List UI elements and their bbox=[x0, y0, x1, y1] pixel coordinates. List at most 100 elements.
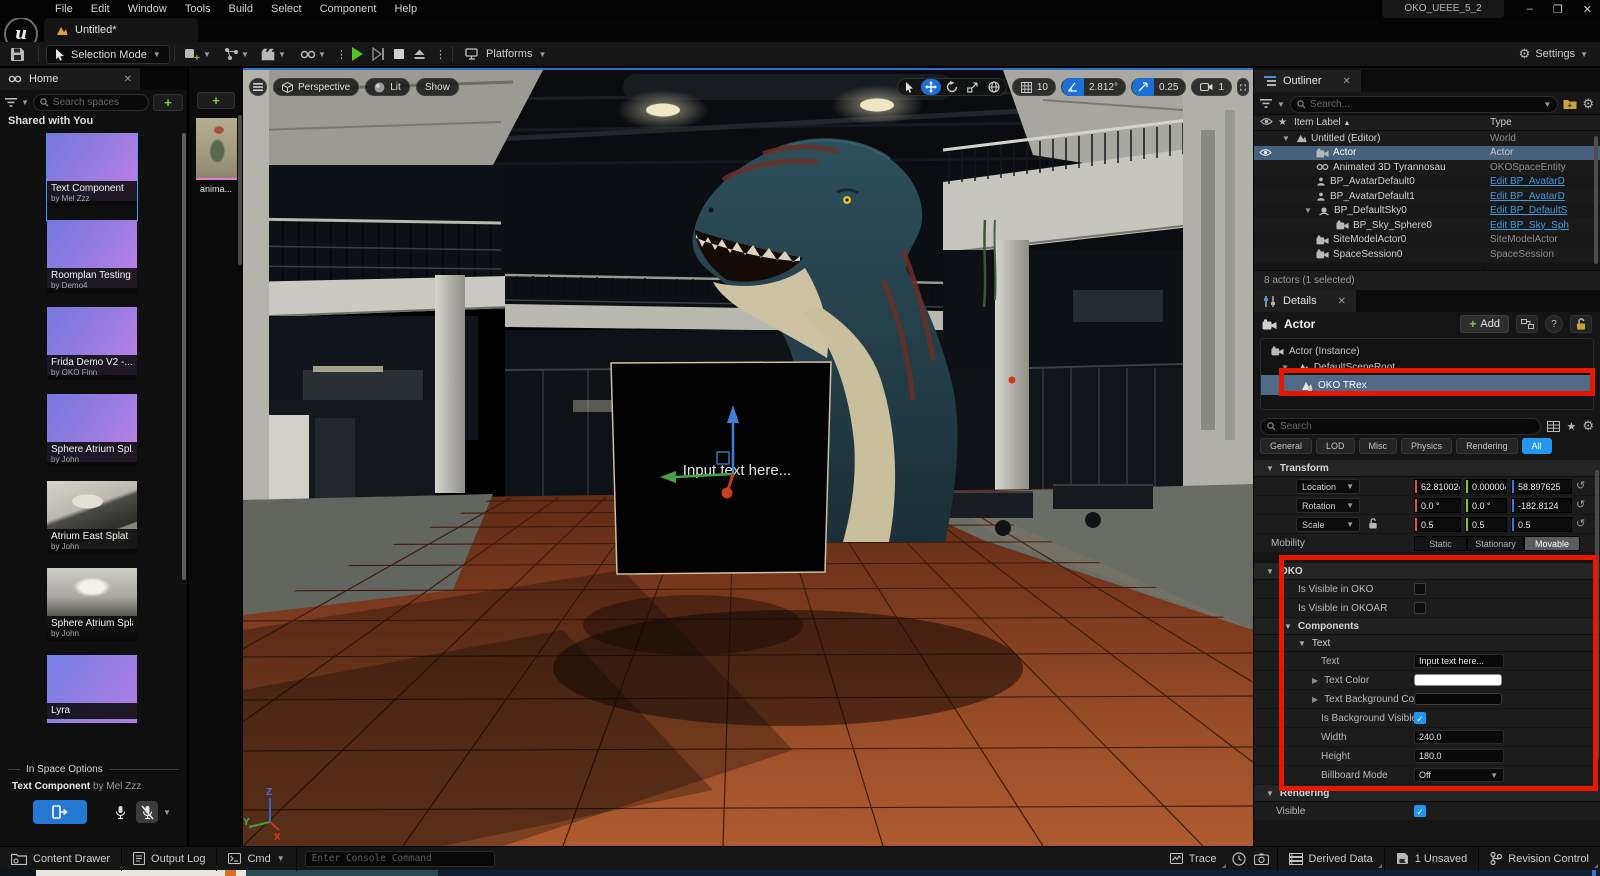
filter-lod[interactable]: LOD bbox=[1316, 438, 1355, 454]
menu-edit[interactable]: Edit bbox=[82, 0, 119, 18]
space-card[interactable]: Frida Demo V2 -...by OKO Finn bbox=[47, 307, 137, 394]
axis-value-x[interactable]: 62.810024 bbox=[1414, 479, 1461, 494]
save-button[interactable] bbox=[10, 42, 25, 66]
outliner-scrollbar[interactable] bbox=[1594, 136, 1598, 264]
filter-physics[interactable]: Physics bbox=[1401, 438, 1452, 454]
outliner-row[interactable]: SpaceSession0SpaceSession bbox=[1254, 247, 1600, 262]
visibility-eye-icon[interactable] bbox=[1259, 148, 1272, 157]
scale-dropdown[interactable]: Scale▼ bbox=[1296, 517, 1360, 532]
details-search-input[interactable] bbox=[1280, 421, 1534, 432]
audio-options-chevron-icon[interactable]: ▼ bbox=[163, 808, 171, 817]
section-rendering[interactable]: ▼Rendering bbox=[1254, 785, 1600, 802]
axis-value-z[interactable]: -182.8124 bbox=[1511, 498, 1572, 513]
revision-control-button[interactable]: Revision Control bbox=[1478, 847, 1600, 871]
filter-chevron-icon[interactable]: ▼ bbox=[21, 98, 29, 107]
mobility-stationary[interactable]: Stationary bbox=[1467, 536, 1524, 551]
blueprints-button[interactable]: ▼ bbox=[224, 42, 249, 66]
expander-icon[interactable]: ▼ bbox=[1282, 134, 1292, 143]
space-card[interactable]: Atrium East Splatby John bbox=[47, 481, 137, 568]
close-icon[interactable]: ✕ bbox=[1343, 76, 1351, 87]
details-search-box[interactable] bbox=[1260, 418, 1541, 435]
section-text[interactable]: ▼Text bbox=[1254, 635, 1600, 652]
filter-icon[interactable] bbox=[1260, 99, 1272, 109]
space-card[interactable]: Sphere Atrium Splatby John bbox=[47, 568, 137, 655]
perspective-dropdown[interactable]: Perspective bbox=[273, 78, 359, 96]
menu-select[interactable]: Select bbox=[262, 0, 311, 18]
rotation-dropdown[interactable]: Rotation▼ bbox=[1296, 498, 1360, 513]
new-folder-icon[interactable]: + bbox=[1563, 98, 1577, 110]
space-card[interactable]: Roomplan Testingby Demo4 bbox=[47, 220, 137, 307]
viewport-options-menu[interactable] bbox=[249, 78, 267, 96]
viewport[interactable]: Input text here... Z Y X bbox=[243, 68, 1253, 846]
axis-value-x[interactable]: 0.5 bbox=[1414, 517, 1461, 532]
unlock-icon[interactable] bbox=[1570, 315, 1592, 333]
outliner-search-box[interactable]: ▼ bbox=[1290, 96, 1558, 113]
outliner-item-type[interactable]: Edit BP_DefaultS bbox=[1490, 205, 1592, 216]
tab-details[interactable]: Details ✕ bbox=[1254, 290, 1356, 312]
rotate-tool-button[interactable] bbox=[942, 79, 962, 95]
outliner-settings-icon[interactable]: ⚙ bbox=[1582, 96, 1594, 112]
filter-general[interactable]: General bbox=[1260, 438, 1312, 454]
play-button[interactable] bbox=[352, 47, 363, 61]
details-settings-icon[interactable]: ⚙ bbox=[1582, 418, 1594, 434]
axis-value-z[interactable]: 58.897625 bbox=[1511, 479, 1572, 494]
settings-dropdown[interactable]: ⚙ Settings ▼ bbox=[1519, 42, 1588, 66]
oko-tools-button[interactable]: ▼ bbox=[300, 42, 326, 66]
outliner-item-type[interactable]: Edit BP_AvatarD bbox=[1490, 191, 1592, 202]
outliner-item-type[interactable]: Edit BP_Sky_Sph bbox=[1490, 220, 1592, 231]
outliner-row[interactable]: Animated 3D Tyrannosaurus Rex DiOKOSpace… bbox=[1254, 160, 1600, 175]
search-spaces-input[interactable] bbox=[53, 97, 142, 108]
platforms-dropdown[interactable]: Platforms ▼ bbox=[465, 42, 546, 66]
filter-chevron-icon[interactable]: ▼ bbox=[1277, 100, 1285, 109]
tree-row-oko-trex[interactable]: OKO TRex bbox=[1261, 375, 1593, 395]
skip-frame-button[interactable] bbox=[372, 47, 385, 61]
trace-button[interactable]: Trace bbox=[1159, 847, 1228, 871]
tab-home[interactable]: Home ✕ bbox=[0, 68, 140, 90]
select-tool-button[interactable] bbox=[900, 79, 920, 95]
close-icon[interactable]: ✕ bbox=[1338, 296, 1346, 307]
space-card[interactable]: Lyra bbox=[47, 655, 137, 742]
outliner-row[interactable]: SiteModelActor0SiteModelActor bbox=[1254, 233, 1600, 248]
billboard-mode-dropdown[interactable]: Off▼ bbox=[1414, 768, 1504, 782]
stop-button[interactable] bbox=[394, 49, 404, 59]
section-components[interactable]: ▼Components bbox=[1254, 618, 1600, 635]
outliner-row[interactable]: BP_AvatarDefault0Edit BP_AvatarD bbox=[1254, 175, 1600, 190]
height-input[interactable]: 180.0 bbox=[1414, 749, 1504, 763]
camera-speed-control[interactable]: 1 bbox=[1191, 78, 1232, 96]
outliner-row[interactable]: BP_AvatarDefault1Edit BP_AvatarD bbox=[1254, 189, 1600, 204]
asset-scrollbar[interactable] bbox=[238, 115, 242, 265]
add-actor-button[interactable]: +▼ bbox=[184, 42, 211, 66]
filter-all[interactable]: All bbox=[1522, 438, 1552, 454]
reset-to-default-icon[interactable]: ↺ bbox=[1576, 479, 1585, 492]
outliner-search-input[interactable] bbox=[1310, 99, 1540, 110]
menu-file[interactable]: File bbox=[46, 0, 82, 18]
scale-tool-button[interactable] bbox=[963, 79, 983, 95]
filter-icon[interactable] bbox=[5, 98, 17, 108]
eject-button[interactable] bbox=[413, 48, 426, 61]
scale-lock-icon[interactable] bbox=[1368, 518, 1378, 529]
derived-data-button[interactable]: Derived Data bbox=[1278, 847, 1385, 871]
move-tool-button[interactable] bbox=[921, 79, 941, 95]
axis-value-y[interactable]: 0.5 bbox=[1465, 517, 1507, 532]
mic-muted-button[interactable] bbox=[136, 801, 158, 823]
display-options-icon[interactable] bbox=[1547, 421, 1560, 432]
axis-value-z[interactable]: 0.5 bbox=[1511, 517, 1572, 532]
expander-icon[interactable]: ▼ bbox=[1304, 206, 1314, 215]
selection-mode-dropdown[interactable]: Selection Mode ▼ bbox=[46, 45, 170, 64]
asset-thumbnail[interactable] bbox=[196, 118, 237, 182]
outliner-row[interactable]: ▼BP_DefaultSky0Edit BP_DefaultS bbox=[1254, 204, 1600, 219]
menu-tools[interactable]: Tools bbox=[176, 0, 220, 18]
menu-component[interactable]: Component bbox=[311, 0, 386, 18]
width-input[interactable]: 240.0 bbox=[1414, 730, 1504, 744]
scale-snap-control[interactable]: 0.25 bbox=[1131, 78, 1186, 96]
section-oko[interactable]: ▼OKO bbox=[1254, 563, 1600, 580]
world-space-button[interactable] bbox=[984, 79, 1004, 95]
outliner-row[interactable]: BP_Sky_Sphere0Edit BP_Sky_Sph bbox=[1254, 218, 1600, 233]
expand-icon[interactable]: ▶ bbox=[1254, 676, 1318, 685]
visible-checkbox[interactable]: ✓ bbox=[1414, 805, 1426, 817]
leave-space-button[interactable] bbox=[33, 800, 87, 824]
content-drawer-button[interactable]: Content Drawer bbox=[0, 847, 122, 871]
space-card[interactable]: Text Componentby Mel Zzz bbox=[47, 133, 137, 220]
level-tab[interactable]: Untitled* bbox=[44, 18, 198, 42]
location-dropdown[interactable]: Location▼ bbox=[1296, 479, 1360, 494]
